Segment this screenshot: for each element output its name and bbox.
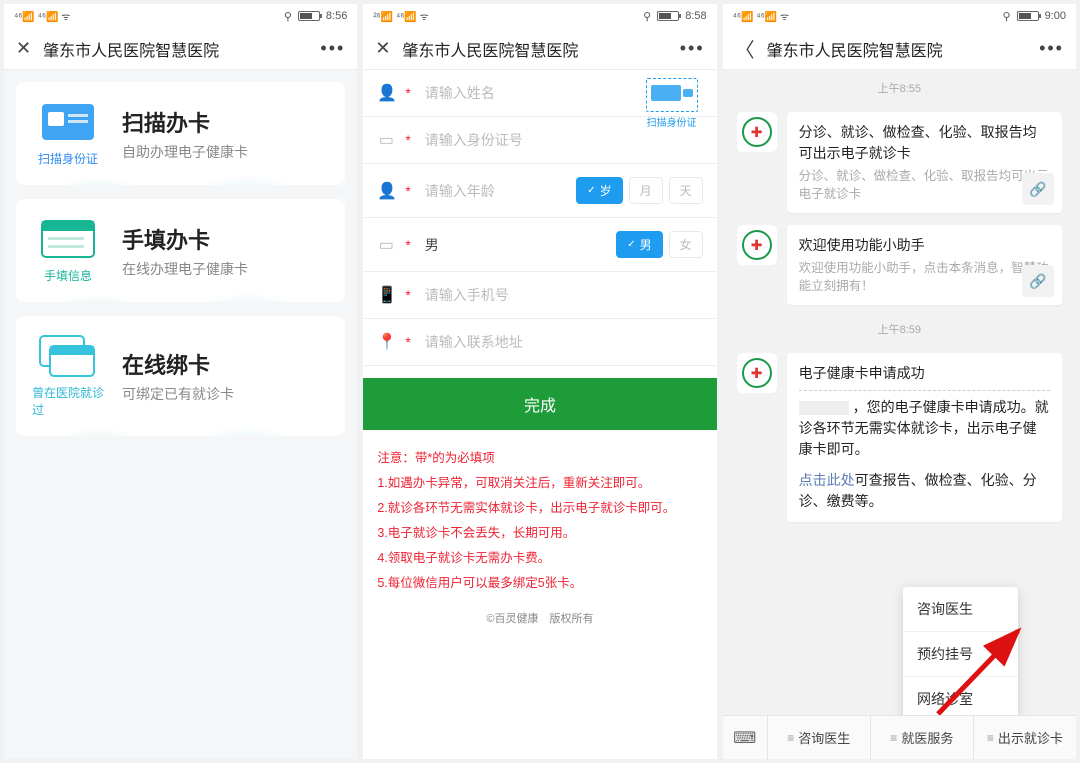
msg-sub: 分诊、就诊、做检查、化验、取报告均可出示电子就诊卡 — [799, 168, 1050, 203]
menu-item-appointment[interactable]: 预约挂号 — [903, 632, 1018, 677]
idcard-bind-icon — [38, 334, 98, 378]
link-icon: 🔗 — [1022, 173, 1054, 205]
gender-male[interactable]: 男 — [616, 231, 662, 258]
msg-title: 电子健康卡申请成功 — [799, 363, 1050, 384]
popup-menu: 咨询医生 预约挂号 网络诊室 — [903, 587, 1018, 721]
bt-icon: ⚲ — [1003, 10, 1011, 23]
option-heading: 在线绑卡 — [122, 348, 234, 380]
field-address: 📍* 请输入联系地址 — [363, 319, 716, 366]
battery-icon — [1017, 11, 1039, 21]
phone-icon: 📱 — [377, 285, 395, 305]
pin-icon: 📍 — [377, 332, 395, 352]
clock: 9:00 — [1045, 10, 1066, 22]
avatar — [737, 225, 777, 265]
msg-link-line: 点击此处可查报告、做检查、化验、分诊、缴费等。 — [799, 470, 1050, 512]
menu-item-consult[interactable]: 咨询医生 — [903, 587, 1018, 632]
bt-icon: ⚲ — [284, 10, 292, 23]
notes-block: 注意：带*的为必填项 1.如遇办卡异常，可取消关注后，重新关注即可。 2.就诊各… — [363, 446, 716, 596]
card-icon: ▭ — [377, 235, 395, 255]
phone-input[interactable]: 请输入手机号 — [425, 285, 703, 305]
submit-button[interactable]: 完成 — [363, 378, 716, 430]
more-icon[interactable]: ••• — [1039, 38, 1064, 59]
back-icon[interactable]: 〈 — [735, 34, 755, 63]
option-sub: 可绑定已有就诊卡 — [122, 384, 234, 404]
chat-message[interactable]: 电子健康卡申请成功 ，您的电子健康卡申请成功。就诊各环节无需实体就诊卡，出示电子… — [723, 347, 1076, 528]
signal-icon: ²⁶📶 ⁴⁶📶 ᯤ — [373, 9, 428, 23]
redacted-name — [799, 401, 849, 415]
gender-female[interactable]: 女 — [669, 231, 703, 258]
gender-value: 男 — [425, 235, 606, 255]
msg-sub: 欢迎使用功能小助手，点击本条消息，智慧功能立刻拥有！ — [799, 260, 1050, 295]
option-bind-card[interactable]: 曾在医院就诊过 在线绑卡 可绑定已有就诊卡 — [16, 316, 345, 436]
status-bar: ²⁶📶 ⁴⁶📶 ᯤ ⚲ 8:58 — [363, 4, 716, 28]
timestamp: 上午8:55 — [723, 70, 1076, 106]
title-bar: ✕ 肇东市人民医院智慧医院 ••• — [4, 28, 357, 70]
msg-title: 欢迎使用功能小助手 — [799, 235, 1050, 256]
screen-form: ²⁶📶 ⁴⁶📶 ᯤ ⚲ 8:58 ✕ 肇东市人民医院智慧医院 ••• 👤* 请输入… — [363, 4, 716, 759]
clock: 8:58 — [685, 10, 706, 22]
bottom-tab-service[interactable]: 就医服务 — [870, 716, 973, 759]
title-bar: ✕ 肇东市人民医院智慧医院 ••• — [363, 28, 716, 70]
option-sub: 自助办理电子健康卡 — [122, 142, 248, 162]
page-title: 肇东市人民医院智慧医院 — [402, 37, 679, 61]
person-icon: 👤 — [377, 181, 395, 201]
screen-chat: ⁴⁶📶 ⁴⁶📶 ᯤ ⚲ 9:00 〈 肇东市人民医院智慧医院 ••• 上午8:55… — [723, 4, 1076, 759]
field-phone: 📱* 请输入手机号 — [363, 272, 716, 319]
battery-icon — [298, 11, 320, 21]
page-title: 肇东市人民医院智慧医院 — [767, 37, 1039, 61]
option-heading: 手填办卡 — [122, 223, 248, 255]
option-scan-card[interactable]: 扫描身份证 扫描办卡 自助办理电子健康卡 — [16, 82, 345, 185]
age-input[interactable]: 请输入年龄 — [425, 181, 566, 201]
bottom-tab-consult[interactable]: 咨询医生 — [767, 716, 870, 759]
link-icon: 🔗 — [1022, 265, 1054, 297]
timestamp: 上午8:59 — [723, 311, 1076, 347]
bottom-tab-showcard[interactable]: 出示就诊卡 — [973, 716, 1076, 759]
field-age: 👤* 请输入年龄 岁 月 天 — [363, 164, 716, 218]
avatar — [737, 112, 777, 152]
chat-message[interactable]: 欢迎使用功能小助手 欢迎使用功能小助手，点击本条消息，智慧功能立刻拥有！ 🔗 — [723, 219, 1076, 311]
idcard-scan-icon — [38, 100, 98, 144]
battery-icon — [657, 11, 679, 21]
keyboard-icon[interactable]: ⌨ — [723, 728, 767, 748]
card-icon: ▭ — [377, 130, 395, 150]
signal-icon: ⁴⁶📶 ⁴⁶📶 ᯤ — [733, 9, 789, 23]
more-icon[interactable]: ••• — [680, 38, 705, 59]
chat-message[interactable]: 分诊、就诊、做检查、化验、取报告均可出示电子就诊卡 分诊、就诊、做检查、化验、取… — [723, 106, 1076, 219]
bottom-bar: ⌨ 咨询医生 就医服务 出示就诊卡 — [723, 715, 1076, 759]
field-name: 👤* 请输入姓名 扫描身份证 — [363, 70, 716, 117]
address-input[interactable]: 请输入联系地址 — [425, 332, 703, 352]
page-title: 肇东市人民医院智慧医院 — [43, 37, 320, 61]
title-bar: 〈 肇东市人民医院智慧医院 ••• — [723, 28, 1076, 70]
id-input[interactable]: 请输入身份证号 — [425, 130, 703, 150]
bt-icon: ⚲ — [643, 10, 651, 23]
option-manual-card[interactable]: 手填信息 手填办卡 在线办理电子健康卡 — [16, 199, 345, 302]
copyright: ©百灵健康 版权所有 — [363, 596, 716, 640]
person-icon: 👤 — [377, 83, 395, 103]
more-icon[interactable]: ••• — [320, 38, 345, 59]
idcard-form-icon — [38, 217, 98, 261]
screen-card-options: ⁴⁶📶 ⁴⁶📶 ᯤ ⚲ 8:56 ✕ 肇东市人民医院智慧医院 ••• 扫描身份证 … — [4, 4, 357, 759]
age-unit-month[interactable]: 月 — [629, 177, 663, 204]
clock: 8:56 — [326, 10, 347, 22]
msg-title: 分诊、就诊、做检查、化验、取报告均可出示电子就诊卡 — [799, 122, 1050, 164]
option-heading: 扫描办卡 — [122, 106, 248, 138]
field-gender: ▭* 男 男 女 — [363, 218, 716, 272]
avatar — [737, 353, 777, 393]
close-icon[interactable]: ✕ — [375, 38, 390, 59]
age-unit-year[interactable]: 岁 — [576, 177, 622, 204]
status-bar: ⁴⁶📶 ⁴⁶📶 ᯤ ⚲ 8:56 — [4, 4, 357, 28]
status-bar: ⁴⁶📶 ⁴⁶📶 ᯤ ⚲ 9:00 — [723, 4, 1076, 28]
age-unit-day[interactable]: 天 — [669, 177, 703, 204]
msg-body: ，您的电子健康卡申请成功。就诊各环节无需实体就诊卡，出示电子健康卡即可。 — [799, 397, 1050, 460]
field-idnum: ▭* 请输入身份证号 — [363, 117, 716, 164]
signal-icon: ⁴⁶📶 ⁴⁶📶 ᯤ — [14, 9, 70, 23]
option-sub: 在线办理电子健康卡 — [122, 259, 248, 279]
close-icon[interactable]: ✕ — [16, 38, 31, 59]
